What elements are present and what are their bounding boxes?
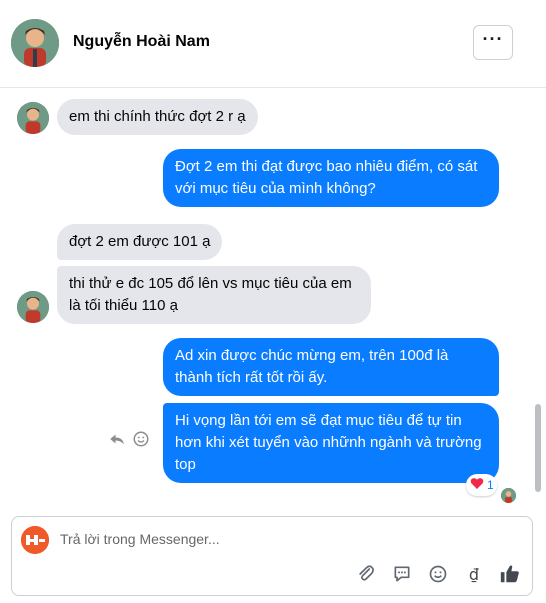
- outgoing-message[interactable]: Hi vọng lần tới em sẽ đạt mục tiêu để tự…: [163, 403, 499, 483]
- attachment-icon[interactable]: [355, 563, 377, 585]
- reply-input[interactable]: [60, 531, 460, 547]
- incoming-message[interactable]: thi thử e đc 105 đổ lên vs mục tiêu của …: [57, 266, 371, 324]
- incoming-message[interactable]: em thi chính thức đợt 2 r ạ: [57, 99, 258, 135]
- message-reaction[interactable]: 1: [466, 474, 497, 496]
- page-logo-icon: [21, 526, 49, 554]
- react-icon[interactable]: [132, 430, 150, 453]
- heart-icon: [469, 475, 485, 496]
- emoji-icon[interactable]: [427, 563, 449, 585]
- thumbs-up-icon[interactable]: [499, 563, 521, 585]
- more-options-button[interactable]: ···: [473, 25, 513, 60]
- sender-avatar[interactable]: [17, 102, 49, 134]
- incoming-message[interactable]: đợt 2 em được 101 ạ: [57, 224, 223, 260]
- seen-avatar: [501, 488, 516, 503]
- message-actions: [108, 430, 150, 453]
- contact-name: Nguyễn Hoài Nam: [73, 33, 210, 50]
- composer-toolbar: ₫: [355, 563, 521, 585]
- chat-scrollbar[interactable]: [535, 404, 541, 492]
- sender-avatar[interactable]: [17, 291, 49, 323]
- reaction-count: 1: [487, 478, 494, 492]
- contact-avatar[interactable]: [11, 19, 59, 67]
- outgoing-message[interactable]: Ad xin được chúc mừng em, trên 100đ là t…: [163, 338, 499, 396]
- reply-icon[interactable]: [108, 430, 126, 453]
- conversation-header: Nguyễn Hoài Nam ···: [0, 0, 546, 88]
- outgoing-message[interactable]: Đợt 2 em thi đạt được bao nhiêu điểm, có…: [163, 149, 499, 207]
- saved-replies-icon[interactable]: [391, 563, 413, 585]
- more-icon: ···: [482, 28, 504, 49]
- message-composer: ₫: [11, 516, 533, 596]
- payment-icon[interactable]: ₫: [463, 563, 485, 585]
